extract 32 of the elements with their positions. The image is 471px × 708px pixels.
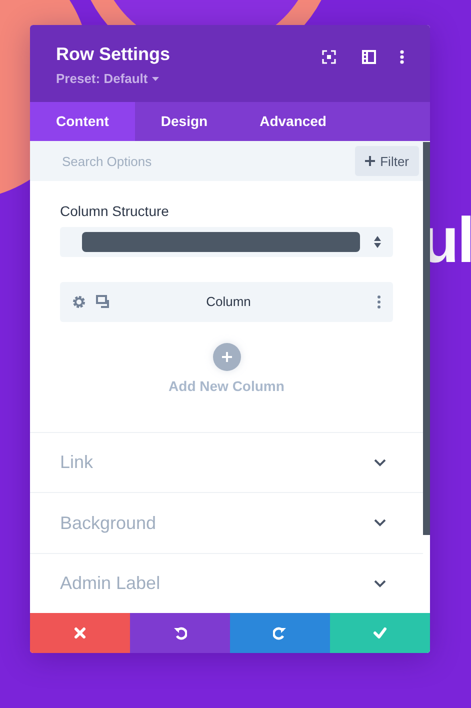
fullscreen-icon[interactable]	[320, 48, 338, 66]
updown-icon	[374, 236, 381, 248]
caret-icon[interactable]	[152, 76, 159, 80]
sidebar-icon[interactable]	[360, 48, 378, 66]
scrollbar[interactable]	[423, 142, 430, 535]
search-field[interactable]: Search Options	[60, 152, 264, 170]
gear-icon[interactable]	[72, 294, 86, 309]
chevron-icon[interactable]	[374, 458, 386, 467]
filter-button[interactable]: Filter	[355, 146, 419, 176]
more-icon[interactable]	[400, 48, 404, 66]
duplicate-icon[interactable]	[96, 294, 110, 309]
chevron-icon[interactable]	[374, 580, 386, 588]
field-label: Column Structure	[60, 202, 170, 219]
close-icon	[73, 626, 87, 640]
tab[interactable]: Content	[30, 102, 135, 142]
plus-icon	[222, 352, 232, 362]
preset-dropdown[interactable]: Preset: Default	[56, 71, 159, 86]
section-title: Background	[60, 512, 156, 534]
undo-icon	[173, 626, 187, 640]
check-icon	[373, 626, 387, 640]
tab[interactable]: Design	[134, 102, 234, 142]
add-column-button[interactable]	[212, 342, 240, 371]
tab[interactable]: Advanced	[234, 102, 352, 142]
window-title: Row Settings	[56, 44, 170, 65]
more-icon[interactable]	[377, 294, 381, 309]
section-title: Link	[60, 452, 94, 474]
section-title: Admin Label	[60, 573, 160, 594]
redo-icon	[273, 626, 287, 640]
column-label: Column	[205, 294, 252, 310]
plus-icon	[365, 156, 376, 166]
column-item[interactable]: Column	[60, 282, 393, 322]
chevron-icon[interactable]	[374, 519, 386, 528]
